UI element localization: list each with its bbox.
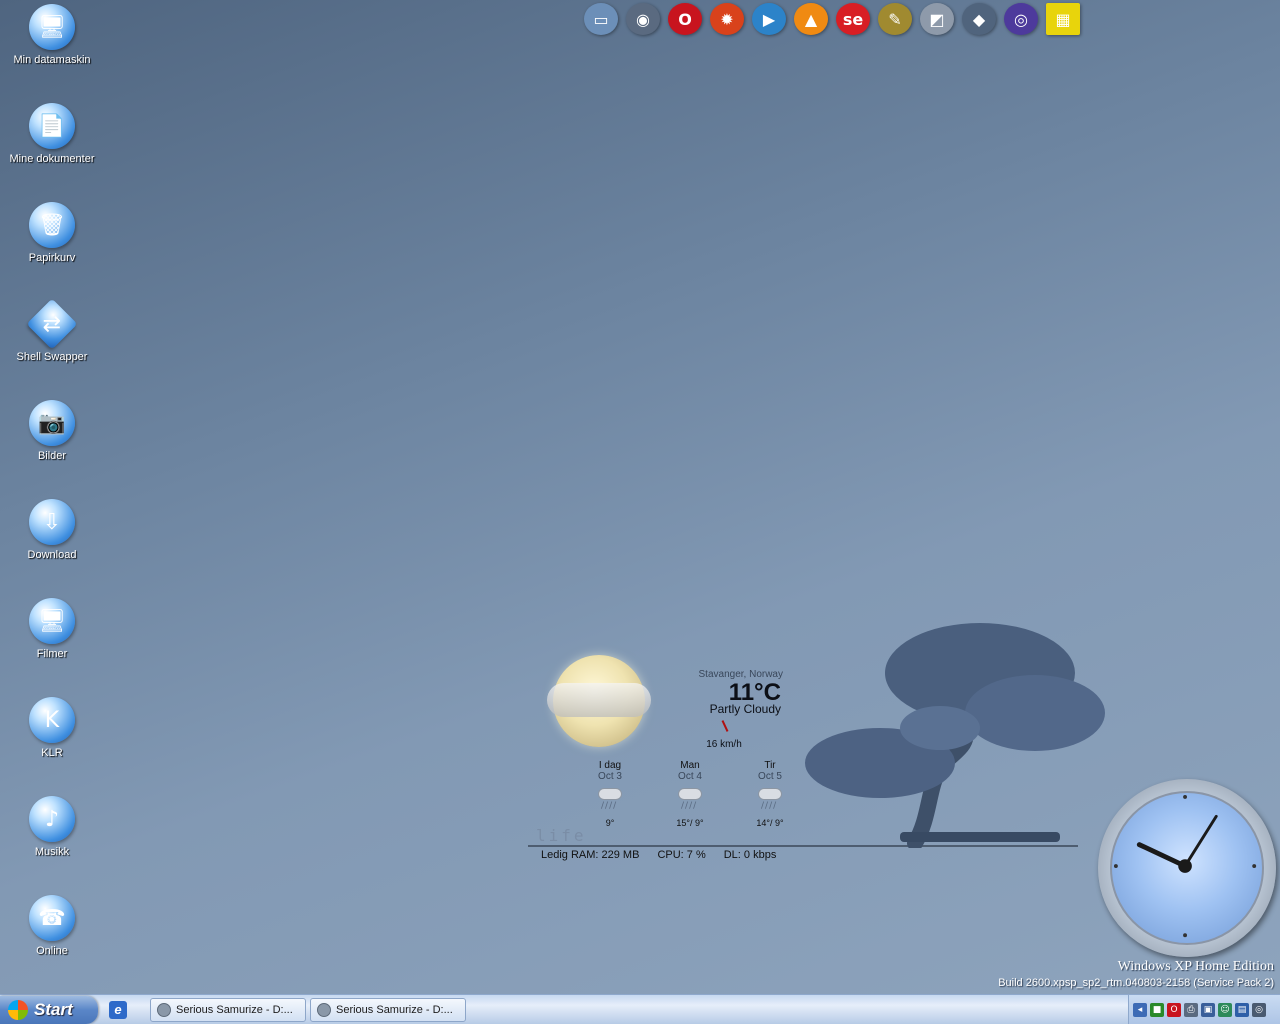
- network-icon[interactable]: ▣: [1201, 1002, 1215, 1017]
- forecast-temp: 15°/ 9°: [676, 818, 704, 828]
- checkered-flag-icon[interactable]: ▦: [1046, 3, 1080, 35]
- globe-icon[interactable]: ◉: [626, 3, 660, 35]
- rain-cloud-icon: ////: [596, 788, 624, 811]
- desktop-icon-label: Min datamaskin: [13, 54, 91, 66]
- forecast-date: Oct 5: [758, 771, 782, 782]
- firefox-icon[interactable]: ✹: [710, 3, 744, 35]
- cd-tray-icon[interactable]: ◎: [1252, 1002, 1266, 1017]
- taskbar-button-label: Serious Samurize - D:...: [336, 1004, 453, 1016]
- desktop-icon-label: Download: [27, 549, 77, 561]
- taskbar: Start e Serious Samurize - D:... Serious…: [0, 994, 1280, 1024]
- computer-icon[interactable]: ▭: [584, 3, 618, 35]
- desktop-icon[interactable]: ⇩ Download: [2, 497, 102, 561]
- recycle-bin-icon: 🗑: [29, 202, 75, 248]
- bonsai-tree-wallpaper: [805, 623, 1105, 848]
- pencils-icon[interactable]: ✎: [878, 3, 912, 35]
- music-note-icon: ♪: [29, 796, 75, 842]
- desktop-icon[interactable]: ♪ Musikk: [2, 794, 102, 858]
- opera-tray-icon[interactable]: O: [1167, 1002, 1181, 1017]
- shell-swapper-icon: ⇄: [26, 298, 78, 350]
- windows-build-text: Build 2600.xpsp_sp2_rtm.040803-2158 (Ser…: [998, 977, 1274, 989]
- cpu-usage: CPU: 7 %: [657, 849, 706, 861]
- green-status-icon[interactable]: ■: [1150, 1002, 1164, 1017]
- forecast-day: Tir Oct 5 //// 14°/ 9°: [740, 760, 800, 828]
- desktop-icon-label: Online: [36, 945, 68, 957]
- start-button[interactable]: Start: [0, 996, 98, 1024]
- analog-clock: [1098, 779, 1276, 957]
- disc-icon[interactable]: ◎: [1004, 3, 1038, 35]
- rain-cloud-icon: ////: [756, 788, 784, 811]
- forecast-day-name: I dag: [598, 760, 622, 771]
- forecast-date: Oct 3: [598, 771, 622, 782]
- notepad-icon[interactable]: ◩: [920, 3, 954, 35]
- desktop-icon-label: Shell Swapper: [16, 351, 88, 363]
- desktop-icon-label: Mine dokumenter: [9, 153, 95, 165]
- clock-face: [1110, 791, 1264, 945]
- samurize-icon: [317, 1003, 331, 1017]
- desktop-icon[interactable]: 🗑 Papirkurv: [2, 200, 102, 264]
- desktop-icon-label: KLR: [41, 747, 63, 759]
- vlc-icon[interactable]: ▲: [794, 3, 828, 35]
- forecast-date: Oct 4: [678, 771, 702, 782]
- desktop-icon-label: Filmer: [36, 648, 68, 660]
- desktop-icon[interactable]: 📄 Mine dokumenter: [2, 101, 102, 165]
- download-speed: DL: 0 kbps: [723, 849, 777, 861]
- rain-cloud-icon: ////: [676, 788, 704, 811]
- wind-direction-icon: [721, 720, 729, 732]
- system-info-bar: Ledig RAM: 229 MB CPU: 7 % DL: 0 kbps: [541, 849, 776, 861]
- forecast-day-name: Tir: [764, 760, 776, 771]
- monitor-icon: 🖥: [29, 598, 75, 644]
- forecast-day: I dag Oct 3 //// 9°: [580, 760, 640, 828]
- arrow-left-icon[interactable]: ◂: [1133, 1002, 1147, 1017]
- my-computer-icon: 🖥: [29, 4, 75, 50]
- top-dock: ▭ ◉ O ✹ ▶ ▲ se ✎ ◩ ◆ ◎ ▦: [584, 3, 1080, 35]
- samurize-icon: [157, 1003, 171, 1017]
- forecast-temp: 14°/ 9°: [756, 818, 784, 828]
- windows-flag-icon: [8, 1000, 28, 1020]
- forecast-day: Man Oct 4 //// 15°/ 9°: [660, 760, 720, 828]
- printer-icon[interactable]: ⎙: [1184, 1002, 1198, 1017]
- display-icon[interactable]: ▤: [1235, 1002, 1249, 1017]
- klr-icon: K: [29, 697, 75, 743]
- tablet-icon[interactable]: ◆: [962, 3, 996, 35]
- life-text: life: [536, 826, 587, 845]
- desktop-icon[interactable]: ☎ Online: [2, 893, 102, 957]
- telephone-icon: ☎: [29, 895, 75, 941]
- internet-explorer-icon[interactable]: e: [109, 1001, 127, 1019]
- opera-icon[interactable]: O: [668, 3, 702, 35]
- user-icon[interactable]: ☺: [1218, 1002, 1232, 1017]
- desktop-icon[interactable]: ⇄ Shell Swapper: [2, 298, 102, 363]
- free-ram: Ledig RAM: 229 MB: [541, 849, 640, 861]
- taskbar-button-label: Serious Samurize - D:...: [176, 1004, 293, 1016]
- desktop-icon[interactable]: K KLR: [2, 695, 102, 759]
- system-tray: ◂ ■ O ⎙ ▣ ☺ ▤ ◎: [1128, 995, 1280, 1024]
- start-label: Start: [34, 1000, 73, 1019]
- weather-condition: Partly Cloudy: [709, 702, 781, 716]
- se-icon[interactable]: se: [836, 3, 870, 35]
- forecast-temp: 9°: [605, 818, 615, 828]
- desktop-icon[interactable]: 📷 Bilder: [2, 398, 102, 462]
- taskbar-button[interactable]: Serious Samurize - D:...: [150, 998, 306, 1022]
- camera-icon: 📷: [29, 400, 75, 446]
- my-documents-icon: 📄: [29, 103, 75, 149]
- desktop-icon-label: Papirkurv: [28, 252, 76, 264]
- desktop-icon[interactable]: 🖥 Min datamaskin: [2, 2, 102, 66]
- clock-hands: [1113, 794, 1257, 938]
- desktop-icon-label: Musikk: [34, 846, 70, 858]
- forecast-day-name: Man: [680, 760, 700, 771]
- desktop-icon[interactable]: 🖥 Filmer: [2, 596, 102, 660]
- windows-edition-text: Windows XP Home Edition: [1117, 959, 1274, 974]
- weather-wind-speed: 16 km/h: [706, 739, 742, 750]
- desktop-icon-label: Bilder: [37, 450, 67, 462]
- download-icon: ⇩: [29, 499, 75, 545]
- taskbar-button[interactable]: Serious Samurize - D:...: [310, 998, 466, 1022]
- media-player-icon[interactable]: ▶: [752, 3, 786, 35]
